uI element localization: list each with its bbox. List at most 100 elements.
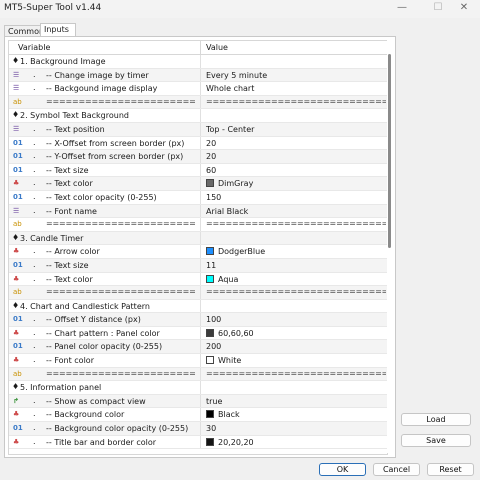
row-dot: . xyxy=(33,137,36,147)
integer-icon: 01 xyxy=(13,192,23,201)
parameter-value[interactable]: 60 xyxy=(206,166,216,175)
title-bar: MT5-Super Tool v1.44 — ☐ ✕ xyxy=(0,0,480,18)
parameter-row[interactable]: ♣. -- Font color White xyxy=(9,354,387,368)
group-row[interactable]: ♦ 3. Candle Timer xyxy=(9,231,387,246)
parameter-name: -- Y-Offset from screen border (px) xyxy=(46,152,184,162)
column-divider[interactable] xyxy=(200,41,201,54)
separator-row[interactable]: ab ======================= ===============… xyxy=(9,286,387,300)
group-row[interactable]: ♦ 4. Chart and Candlestick Pattern xyxy=(9,299,387,314)
group-row[interactable]: ♦ 2. Symbol Text Background xyxy=(9,109,387,123)
cell-divider xyxy=(200,163,201,177)
parameter-row[interactable]: ♣. -- Chart pattern : Panel color 60,60,60 xyxy=(9,326,387,341)
column-header-value[interactable]: Value xyxy=(206,43,228,52)
parameter-row[interactable]: 01. -- Offset Y distance (px) 100 xyxy=(9,313,387,327)
color-swatch[interactable] xyxy=(206,247,214,256)
parameter-value[interactable]: Top - Center xyxy=(206,125,254,134)
separator-row[interactable]: ab ======================= ===============… xyxy=(9,367,387,382)
parameter-row[interactable]: 01. -- Text size 60 xyxy=(9,163,387,178)
close-icon[interactable]: ✕ xyxy=(446,0,480,18)
vertical-scrollbar[interactable] xyxy=(387,40,393,453)
parameter-row[interactable]: ↱. -- Show as compact view true xyxy=(9,394,387,409)
parameter-row[interactable]: 01. -- Y-Offset from screen border (px) 20 xyxy=(9,150,387,164)
parameter-row[interactable]: 01. -- X-Offset from screen border (px) 20 xyxy=(9,136,387,151)
parameter-value[interactable]: 11 xyxy=(206,261,216,270)
group-row[interactable]: ♦ 5. Information panel xyxy=(9,381,387,395)
parameter-name: -- Text color xyxy=(46,274,93,284)
group-row[interactable]: ♦ 1. Background Image xyxy=(9,55,387,69)
row-dot: . xyxy=(33,409,36,419)
parameter-row[interactable]: 01. -- Text color opacity (0-255) 150 xyxy=(9,190,387,205)
parameter-row[interactable]: ☰. -- Backgound image display Whole chart xyxy=(9,82,387,96)
integer-icon: 01 xyxy=(13,138,23,147)
scrollbar-thumb[interactable] xyxy=(388,54,391,248)
color-swatch[interactable] xyxy=(206,328,214,337)
parameter-row[interactable]: 01. -- Panel color opacity (0-255) 200 xyxy=(9,340,387,355)
color-swatch[interactable] xyxy=(206,274,214,283)
parameter-value[interactable]: 200 xyxy=(206,342,221,351)
cancel-button[interactable]: Cancel xyxy=(373,463,420,476)
cell-divider xyxy=(200,231,201,245)
parameter-value[interactable]: 20 xyxy=(206,152,216,161)
parameter-value[interactable]: 20,20,20 xyxy=(218,438,254,447)
parameter-row[interactable]: ♣. -- Arrow color DodgerBlue xyxy=(9,245,387,259)
parameter-value[interactable]: true xyxy=(206,397,222,406)
parameter-value[interactable]: 60,60,60 xyxy=(218,329,254,338)
group-bullet-icon: ♦ xyxy=(12,382,20,392)
parameter-value[interactable]: Aqua xyxy=(218,275,238,284)
cell-divider xyxy=(200,422,201,435)
separator-value: ========================================… xyxy=(206,96,386,106)
parameter-value[interactable]: 150 xyxy=(206,193,221,202)
save-button[interactable]: Save xyxy=(401,434,471,447)
parameter-value[interactable]: Whole chart xyxy=(206,84,254,93)
string-icon: ab xyxy=(13,288,22,297)
parameter-row[interactable]: ♣. -- Text color DimGray xyxy=(9,177,387,191)
parameter-value[interactable]: 30 xyxy=(206,424,216,433)
parameter-value[interactable]: DodgerBlue xyxy=(218,247,265,256)
reset-button[interactable]: Reset xyxy=(427,463,474,476)
group-title: 2. Symbol Text Background xyxy=(20,111,129,121)
minimize-icon[interactable]: — xyxy=(384,0,420,18)
parameter-value[interactable]: Black xyxy=(218,410,240,419)
window-title: MT5-Super Tool v1.44 xyxy=(4,3,102,13)
color-icon: ♣ xyxy=(13,179,20,188)
parameter-value[interactable]: DimGray xyxy=(218,179,253,188)
cell-divider xyxy=(200,258,201,272)
parameter-value[interactable]: Every 5 minute xyxy=(206,71,267,80)
group-title: 3. Candle Timer xyxy=(20,233,84,243)
parameter-row[interactable]: ☰. -- Text position Top - Center xyxy=(9,122,387,137)
parameter-row[interactable]: ☰. -- Change image by timer Every 5 minute xyxy=(9,68,387,83)
parameter-row[interactable]: ☰. -- Font name Arial Black xyxy=(9,204,387,219)
cell-divider xyxy=(200,354,201,367)
parameter-value[interactable]: Arial Black xyxy=(206,207,248,216)
parameter-value[interactable]: 20 xyxy=(206,139,216,148)
separator-value: ========================================… xyxy=(206,219,386,229)
parameter-row[interactable]: ♣. -- Background color Black xyxy=(9,408,387,423)
separator-row[interactable]: ab ======================= ===============… xyxy=(9,95,387,110)
parameter-value[interactable]: White xyxy=(218,356,241,365)
color-swatch[interactable] xyxy=(206,356,214,365)
color-icon: ♣ xyxy=(13,274,20,283)
parameter-row[interactable]: ♣. -- Title bar and border color 20,20,20 xyxy=(9,435,387,450)
color-swatch[interactable] xyxy=(206,179,214,188)
group-bullet-icon: ♦ xyxy=(12,110,20,120)
cell-divider xyxy=(200,177,201,190)
parameter-row[interactable]: 01. -- Text size 11 xyxy=(9,258,387,273)
parameter-row[interactable]: ♣. -- Text color Aqua xyxy=(9,272,387,287)
parameter-name: -- Backgound image display xyxy=(46,84,158,94)
separator-row[interactable]: ab ======================= ===============… xyxy=(9,218,387,232)
parameter-name: -- Title bar and border color xyxy=(46,437,157,447)
parameter-value[interactable]: 100 xyxy=(206,315,221,324)
row-dot: . xyxy=(33,191,36,201)
parameter-name: -- Text size xyxy=(46,260,89,270)
load-button[interactable]: Load xyxy=(401,413,471,426)
cell-divider xyxy=(200,95,201,109)
tab-inputs[interactable]: Inputs xyxy=(40,23,76,36)
color-swatch[interactable] xyxy=(206,437,214,446)
grid-rows: ♦ 1. Background Image ☰. -- Change image by… xyxy=(9,55,387,450)
ok-button[interactable]: OK xyxy=(319,463,366,476)
parameter-row[interactable]: 01. -- Background color opacity (0-255) 30 xyxy=(9,422,387,436)
cell-divider xyxy=(200,190,201,204)
color-swatch[interactable] xyxy=(206,410,214,419)
column-header-variable[interactable]: Variable xyxy=(18,43,50,52)
parameter-name: -- X-Offset from screen border (px) xyxy=(46,138,185,148)
